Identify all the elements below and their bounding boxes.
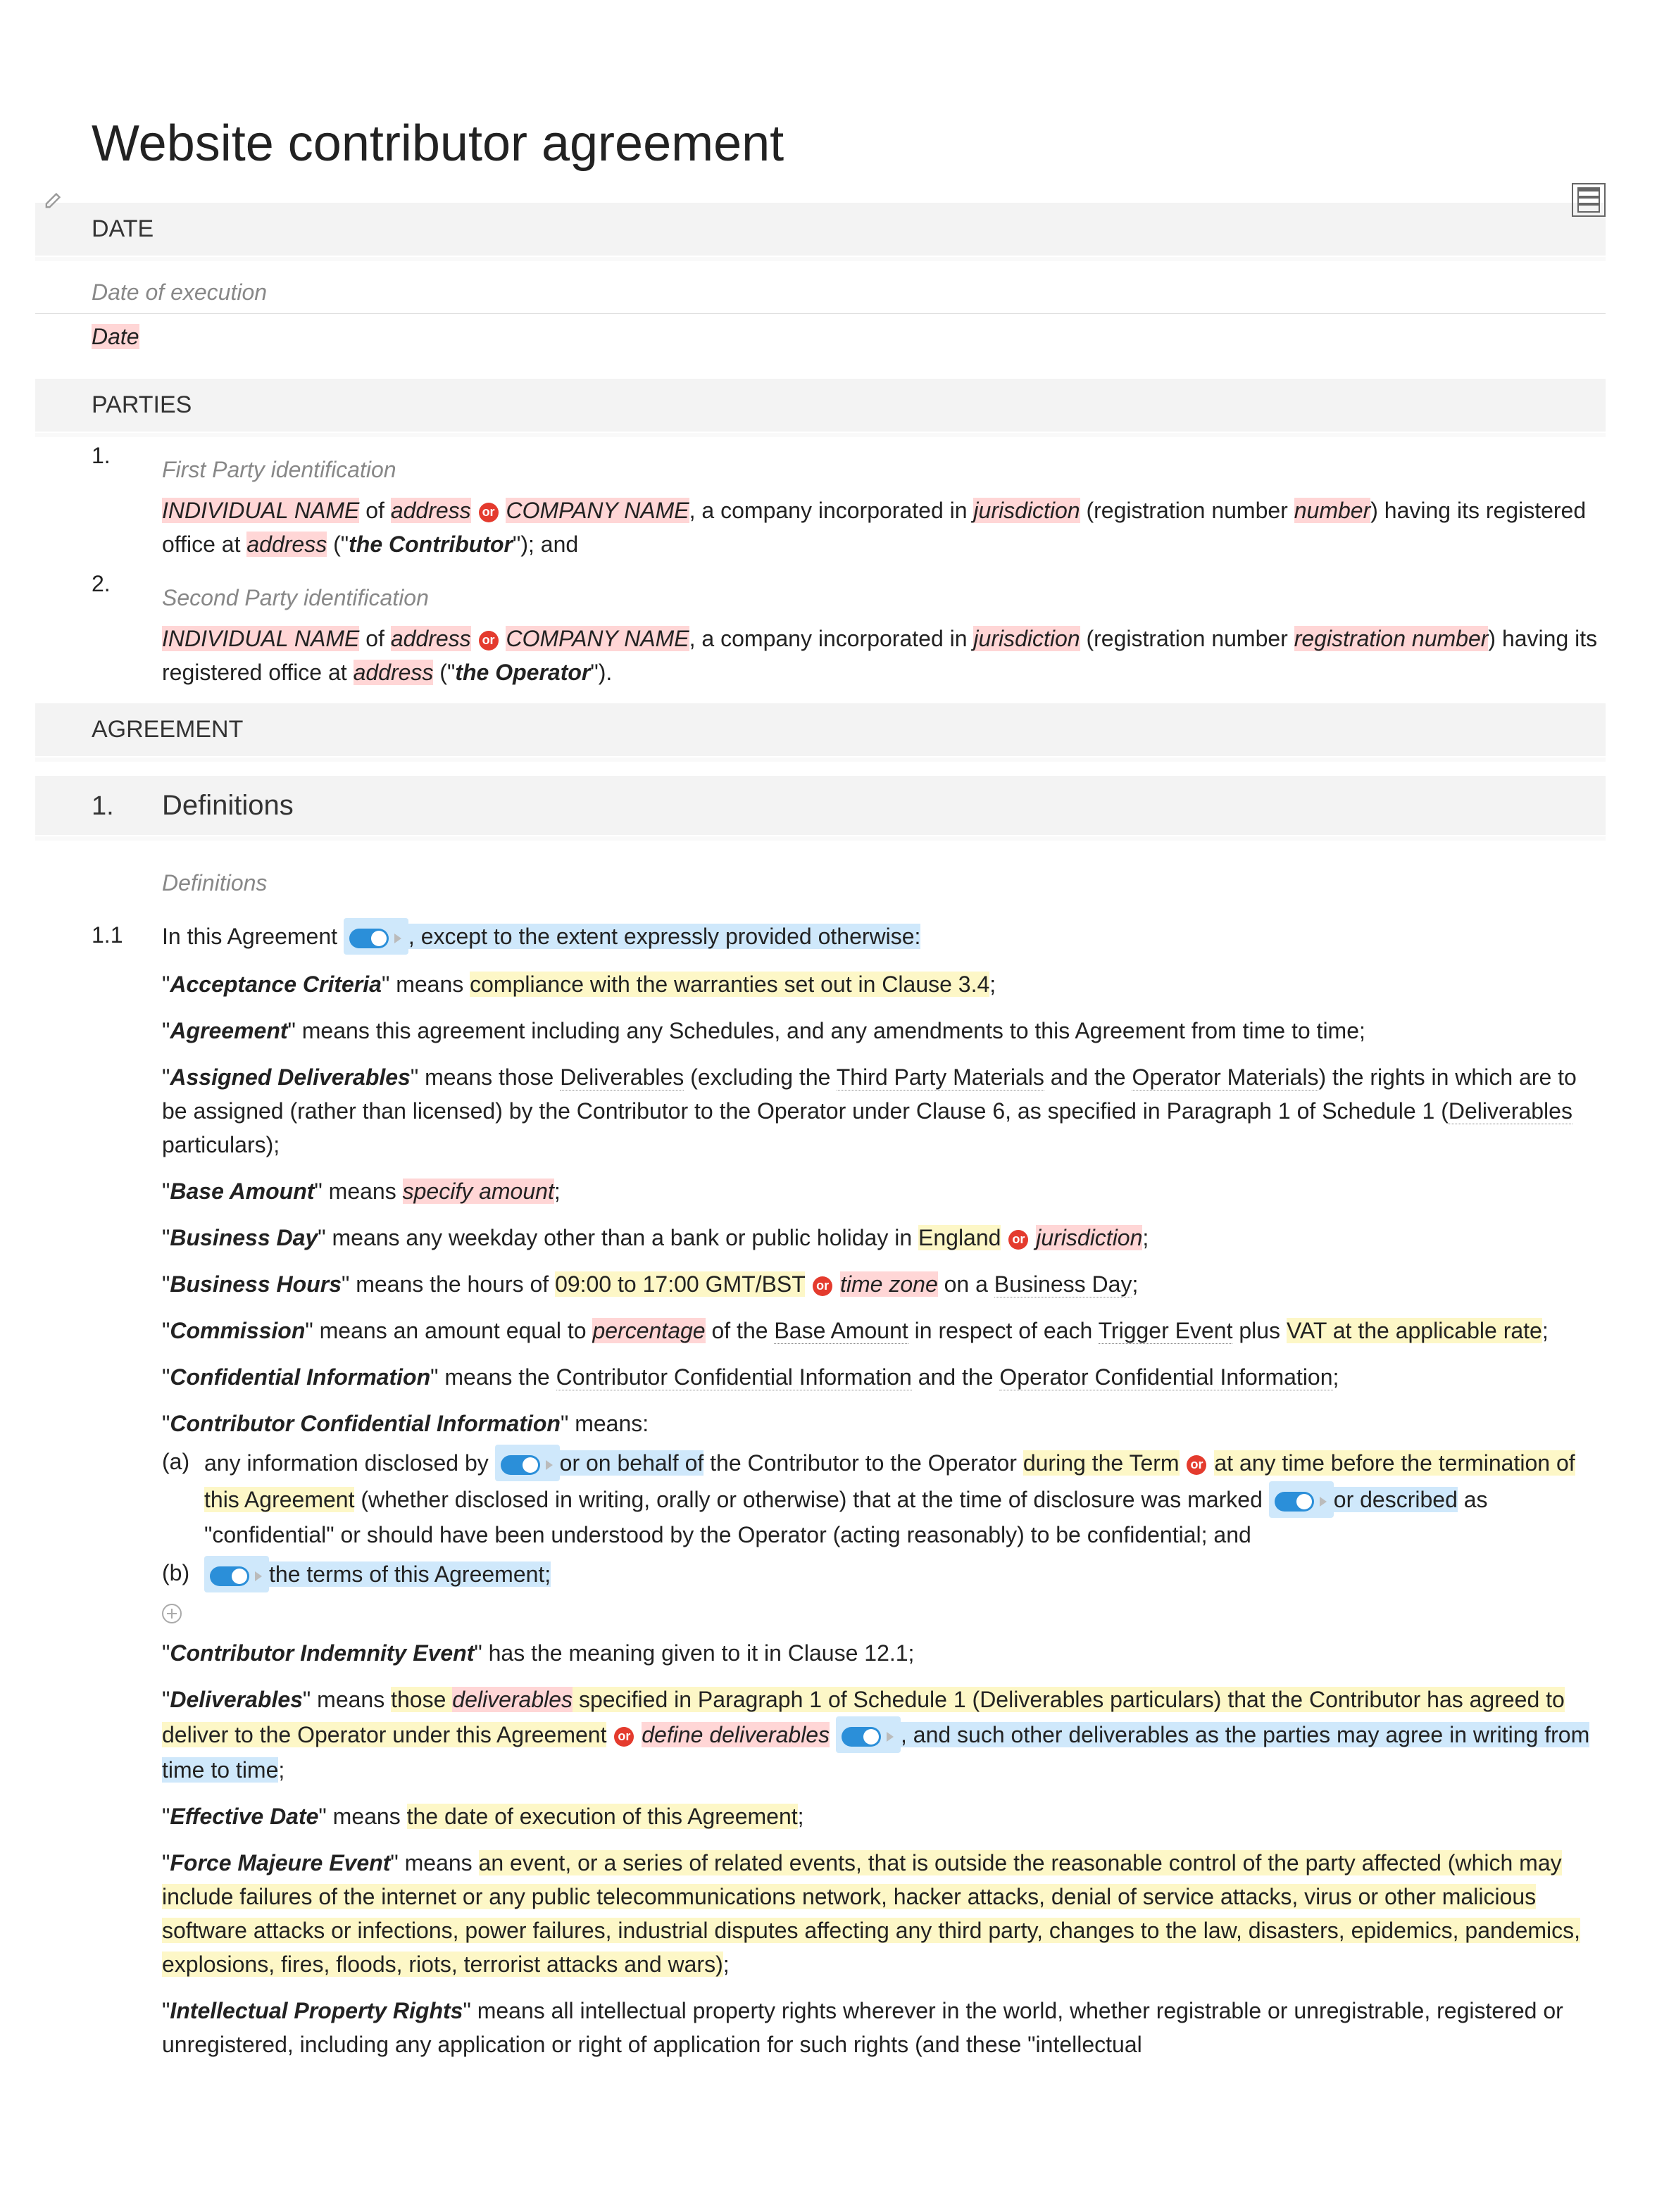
def-acceptance-criteria: "Acceptance Criteria" means compliance w…: [162, 967, 1606, 1001]
def-commission: "Commission" means an amount equal to pe…: [162, 1314, 1606, 1347]
def-intro: 1.1 In this Agreement , except to the ex…: [92, 918, 1606, 2061]
document-page: Website contributor agreement DATE Date …: [35, 106, 1606, 2061]
party-1-label: First Party identification: [162, 453, 1606, 486]
def-agreement: "Agreement" means this agreement includi…: [162, 1014, 1606, 1048]
or-badge[interactable]: or: [1187, 1455, 1206, 1475]
sublist-item-b: (b) the terms of this Agreement;: [162, 1556, 1606, 1592]
toggle-control[interactable]: [344, 918, 408, 955]
party-2: 2. Second Party identification INDIVIDUA…: [92, 567, 1606, 689]
or-badge[interactable]: or: [479, 631, 499, 651]
def-assigned-deliverables: "Assigned Deliverables" means those Deli…: [162, 1060, 1606, 1162]
def-ipr: "Intellectual Property Rights" means all…: [162, 1994, 1606, 2061]
date-label: Date of execution: [35, 263, 1606, 313]
def-contributor-confidential: "Contributor Confidential Information" m…: [162, 1407, 1606, 1623]
parties-header: PARTIES: [35, 379, 1606, 432]
or-badge[interactable]: or: [479, 503, 499, 522]
add-item-icon[interactable]: [162, 1604, 182, 1623]
date-value[interactable]: Date: [35, 313, 1606, 365]
toggle-control[interactable]: [1269, 1481, 1334, 1518]
outline-icon[interactable]: [1572, 183, 1606, 217]
def-force-majeure: "Force Majeure Event" means an event, or…: [162, 1846, 1606, 1981]
toggle-control[interactable]: [495, 1445, 560, 1481]
toggle-control[interactable]: [204, 1556, 269, 1592]
party-2-label: Second Party identification: [162, 581, 1606, 615]
or-badge[interactable]: or: [813, 1276, 832, 1296]
or-badge[interactable]: or: [1008, 1230, 1028, 1250]
definitions-label: Definitions: [162, 866, 1606, 900]
def-base-amount: "Base Amount" means specify amount;: [162, 1174, 1606, 1208]
def-effective-date: "Effective Date" means the date of execu…: [162, 1799, 1606, 1833]
divider: [35, 758, 1606, 762]
sublist-item-a: (a) any information disclosed by or on b…: [162, 1445, 1606, 1552]
page-title: Website contributor agreement: [92, 106, 1606, 182]
party-1-text: INDIVIDUAL NAME of address or COMPANY NA…: [162, 494, 1606, 561]
divider: [35, 433, 1606, 437]
definitions-header: 1. Definitions: [35, 776, 1606, 835]
date-header: DATE: [35, 203, 1606, 256]
toggle-control[interactable]: [836, 1716, 901, 1753]
def-confidential-info: "Confidential Information" means the Con…: [162, 1360, 1606, 1394]
party-2-text: INDIVIDUAL NAME of address or COMPANY NA…: [162, 622, 1606, 689]
or-badge[interactable]: or: [614, 1727, 634, 1747]
def-business-hours: "Business Hours" means the hours of 09:0…: [162, 1267, 1606, 1301]
def-contributor-indemnity: "Contributor Indemnity Event" has the me…: [162, 1636, 1606, 1670]
party-1: 1. First Party identification INDIVIDUAL…: [92, 439, 1606, 561]
divider: [35, 257, 1606, 261]
edit-icon[interactable]: [42, 190, 62, 220]
list-marker: 1.: [92, 439, 162, 561]
list-marker: 1.1: [92, 918, 162, 2061]
agreement-header: AGREEMENT: [35, 703, 1606, 756]
divider: [35, 836, 1606, 841]
def-business-day: "Business Day" means any weekday other t…: [162, 1221, 1606, 1255]
list-marker: 2.: [92, 567, 162, 689]
def-deliverables: "Deliverables" means those deliverables …: [162, 1683, 1606, 1787]
